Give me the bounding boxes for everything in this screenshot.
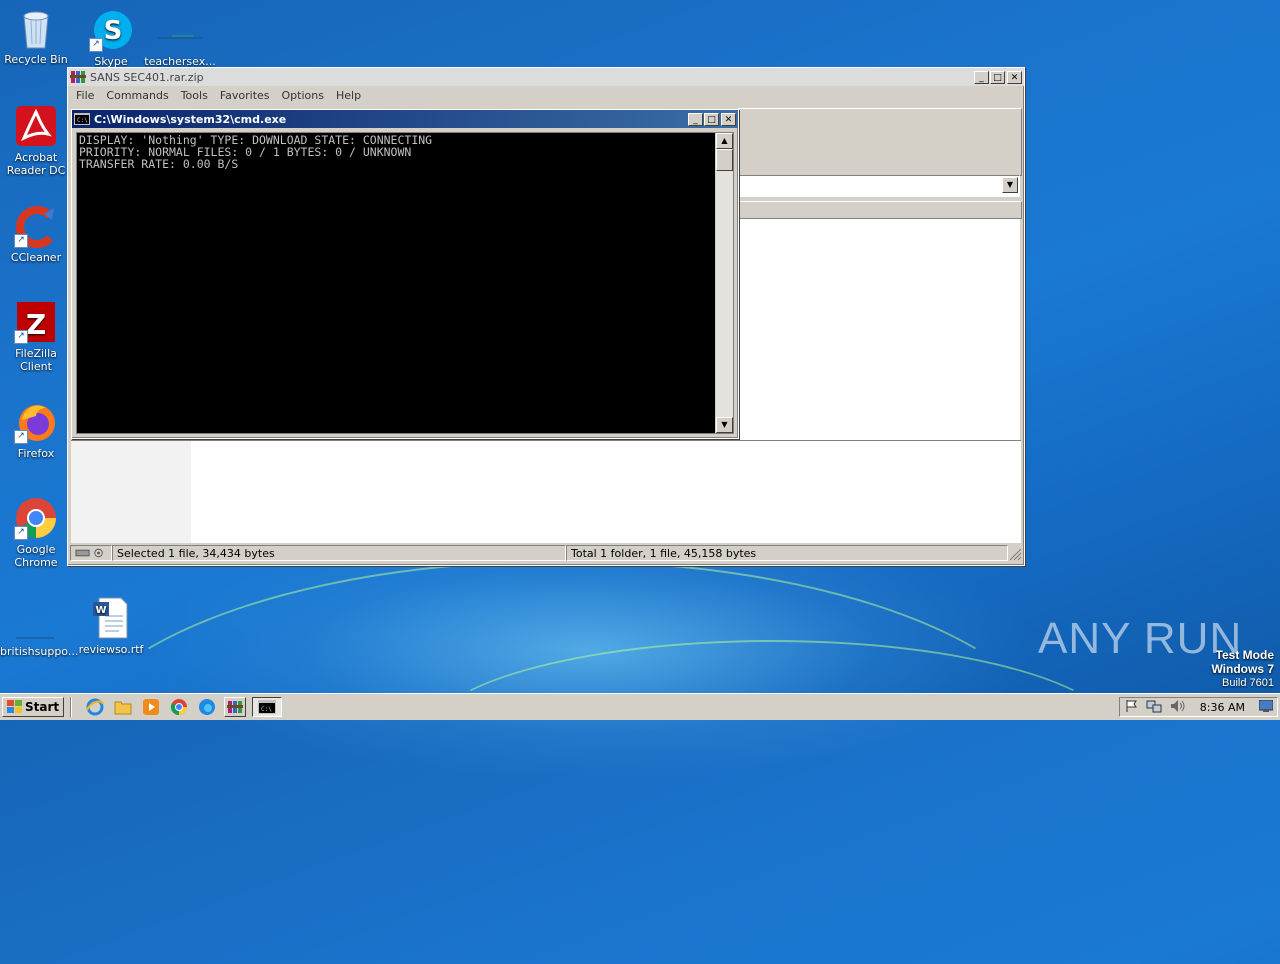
menu-favorites[interactable]: Favorites [214,89,276,102]
internet-explorer-icon[interactable] [84,697,106,717]
explorer-folder-icon[interactable] [112,697,134,717]
desktop-icon-chrome[interactable]: ↗ Google Chrome [0,496,72,569]
filezilla-icon: Z ↗ [14,300,58,344]
file-list-header[interactable] [738,201,1022,219]
menu-file[interactable]: File [70,89,100,102]
blank-file-icon [158,8,202,52]
volume-icon[interactable] [1170,699,1186,716]
menu-options[interactable]: Options [276,89,330,102]
resize-grip-icon[interactable] [1008,545,1022,563]
console-text: DISPLAY: 'Nothing' TYPE: DOWNLOAD STATE:… [79,134,432,170]
console-output[interactable]: DISPLAY: 'Nothing' TYPE: DOWNLOAD STATE:… [76,132,734,434]
winrar-icon[interactable] [224,697,247,717]
shortcut-arrow-icon: ↗ [14,526,28,540]
cmd-window: C:\ C:\Windows\system32\cmd.exe _ □ ✕ DI… [71,109,739,439]
scroll-down-icon[interactable]: ▼ [716,417,733,433]
winrar-statusbar: Selected 1 file, 34,434 bytes Total 1 fo… [70,545,1022,563]
desktop-icon-reviewso[interactable]: W reviewso.rtf [75,596,147,656]
os-name-line: Windows 7 [1211,662,1274,676]
blank-file-icon [14,598,58,642]
cmd-app-icon: C:\ [74,113,90,125]
svg-text:W: W [95,605,106,616]
desktop-icon-label: britishsuppo... [0,645,79,658]
status-selected: Selected 1 file, 34,434 bytes [112,545,566,561]
shortcut-arrow-icon: ↗ [89,38,103,52]
chevron-down-icon[interactable]: ▼ [1002,177,1018,193]
close-button[interactable]: ✕ [721,112,736,126]
desktop-icon-skype[interactable]: S ↗ Skype [75,8,147,68]
taskbar-divider [70,697,73,717]
close-button[interactable]: ✕ [1007,70,1022,84]
winrar-menubar: File Commands Tools Favorites Options He… [68,86,1024,105]
start-label: Start [25,700,60,714]
maximize-button[interactable]: □ [704,112,719,126]
scroll-up-icon[interactable]: ▲ [716,133,733,149]
minimize-button[interactable]: _ [974,70,989,84]
desktop-icon-teachersex[interactable]: teachersex... [144,8,216,68]
desktop-icon-label: FileZilla Client [15,347,57,373]
test-mode-line: Test Mode [1215,648,1274,662]
shortcut-arrow-icon: ↗ [14,330,28,344]
cmd-window-title: C:\Windows\system32\cmd.exe [94,112,287,126]
svg-text:C:\: C:\ [261,706,272,713]
network-icon[interactable] [1146,699,1162,716]
file-list-lower[interactable] [71,440,1021,543]
wallpaper-swoosh [420,640,1124,844]
word-document-icon: W [89,596,133,640]
firefox-icon: ↗ [14,400,58,444]
shortcut-arrow-icon: ↗ [14,234,28,248]
scroll-thumb[interactable] [716,149,733,171]
skype-icon: S ↗ [89,8,133,52]
media-player-icon[interactable] [140,697,162,717]
desktop-icon-label: reviewso.rtf [78,643,144,656]
build-line: Build 7601 [1222,677,1274,689]
cmd-icon[interactable]: C:\ [252,697,283,717]
chrome-icon[interactable] [168,697,190,717]
desktop-icon-britishsuppo[interactable]: britishsuppo... [0,598,79,658]
desktop-icon-recycle-bin[interactable]: Recycle Bin [0,6,72,66]
desktop-icon-firefox[interactable]: ↗ Firefox [0,400,72,460]
clock[interactable]: 8:36 AM [1200,701,1245,714]
desktop-icon-acrobat[interactable]: Acrobat Reader DC [0,104,72,177]
vertical-scrollbar[interactable]: ▲ ▼ [715,133,733,433]
menu-tools[interactable]: Tools [175,89,214,102]
shortcut-arrow-icon: ↗ [14,430,28,444]
chrome-icon: ↗ [14,496,58,540]
desktop-icon-filezilla[interactable]: Z ↗ FileZilla Client [0,300,72,373]
start-button[interactable]: Start [2,697,65,717]
edge-icon[interactable] [196,697,218,717]
ccleaner-icon: ↗ [14,204,58,248]
show-desktop-icon[interactable] [1258,699,1274,715]
status-total: Total 1 folder, 1 file, 45,158 bytes [566,545,1008,561]
test-mode-label: Test Mode Windows 7 Build 7601 [1211,648,1274,690]
desktop-icon-ccleaner[interactable]: ↗ CCleaner [0,204,72,264]
drive-icon [70,545,112,561]
system-tray: 8:36 AM [1118,697,1278,717]
menu-commands[interactable]: Commands [100,89,174,102]
windows-logo-icon [7,700,23,714]
acrobat-icon [14,104,58,148]
taskbar: Start C:\ 8:36 AM [0,693,1280,720]
console-line: TRANSFER RATE: 0.00 B/S [79,157,239,171]
menu-help[interactable]: Help [330,89,367,102]
winrar-app-icon [70,70,86,84]
desktop-icon-label: Google Chrome [14,543,58,569]
action-center-flag-icon[interactable] [1124,699,1138,716]
svg-text:S: S [104,16,123,46]
folder-tree-pane[interactable] [71,441,191,543]
winrar-toolbar [738,108,1022,176]
desktop-icon-label: Recycle Bin [4,53,68,66]
maximize-button[interactable]: □ [990,70,1005,84]
desktop-icon-label: CCleaner [10,251,62,264]
svg-text:C:\: C:\ [77,117,88,124]
desktop-icon-label: Firefox [17,447,55,460]
winrar-window-title: SANS SEC401.rar.zip [90,70,204,84]
svg-text:Z: Z [26,308,46,341]
desktop-icon-label: Acrobat Reader DC [6,151,66,177]
minimize-button[interactable]: _ [688,112,703,126]
cmd-titlebar[interactable]: C:\ C:\Windows\system32\cmd.exe _ □ ✕ [72,110,738,128]
path-combobox[interactable]: ▼ [738,175,1020,197]
recycle-bin-icon [14,6,58,50]
winrar-titlebar[interactable]: SANS SEC401.rar.zip _ □ ✕ [68,68,1024,86]
